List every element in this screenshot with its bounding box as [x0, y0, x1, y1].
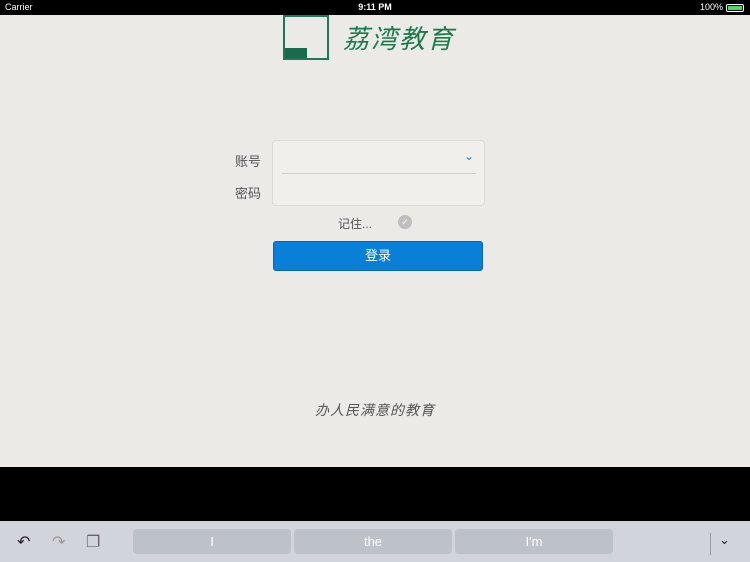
- suggestion[interactable]: I: [133, 529, 291, 554]
- suggestion[interactable]: the: [294, 529, 452, 554]
- keyboard-toolbar: ↶ ↷ ❐ I the I'm ⌄: [0, 521, 750, 562]
- login-button[interactable]: 登录: [273, 241, 483, 271]
- logo-text: 荔湾教育: [343, 25, 456, 55]
- dismiss-keyboard-icon[interactable]: ⌄: [719, 532, 730, 548]
- paste-icon[interactable]: ❐: [86, 532, 100, 552]
- credentials-box: ⌄: [272, 140, 485, 206]
- battery-percent: 100%: [699, 2, 723, 12]
- chevron-down-icon[interactable]: ⌄: [464, 149, 474, 163]
- logo: 荔湾教育: [283, 15, 455, 60]
- battery-icon: [726, 3, 744, 12]
- undo-icon[interactable]: ↶: [17, 532, 30, 552]
- suggestion[interactable]: I'm: [455, 529, 613, 554]
- remember-label: 记住...: [338, 217, 373, 231]
- password-input[interactable]: [273, 174, 484, 206]
- password-label: 密码: [235, 186, 262, 201]
- divider: [710, 533, 711, 555]
- redo-icon[interactable]: ↷: [52, 532, 65, 552]
- status-bar: Carrier 9:11 PM 100%: [0, 0, 750, 15]
- slogan: 办人民满意的教育: [315, 403, 435, 419]
- logo-mark-icon: [283, 15, 329, 60]
- remember-checkbox[interactable]: ✓: [398, 215, 412, 229]
- clock: 9:11 PM: [358, 2, 392, 12]
- account-input[interactable]: [273, 141, 454, 173]
- account-label: 账号: [235, 154, 262, 169]
- login-screen: 荔湾教育 账号 密码 ⌄ 记住... ✓ 登录 办人民满意的教育: [0, 15, 750, 467]
